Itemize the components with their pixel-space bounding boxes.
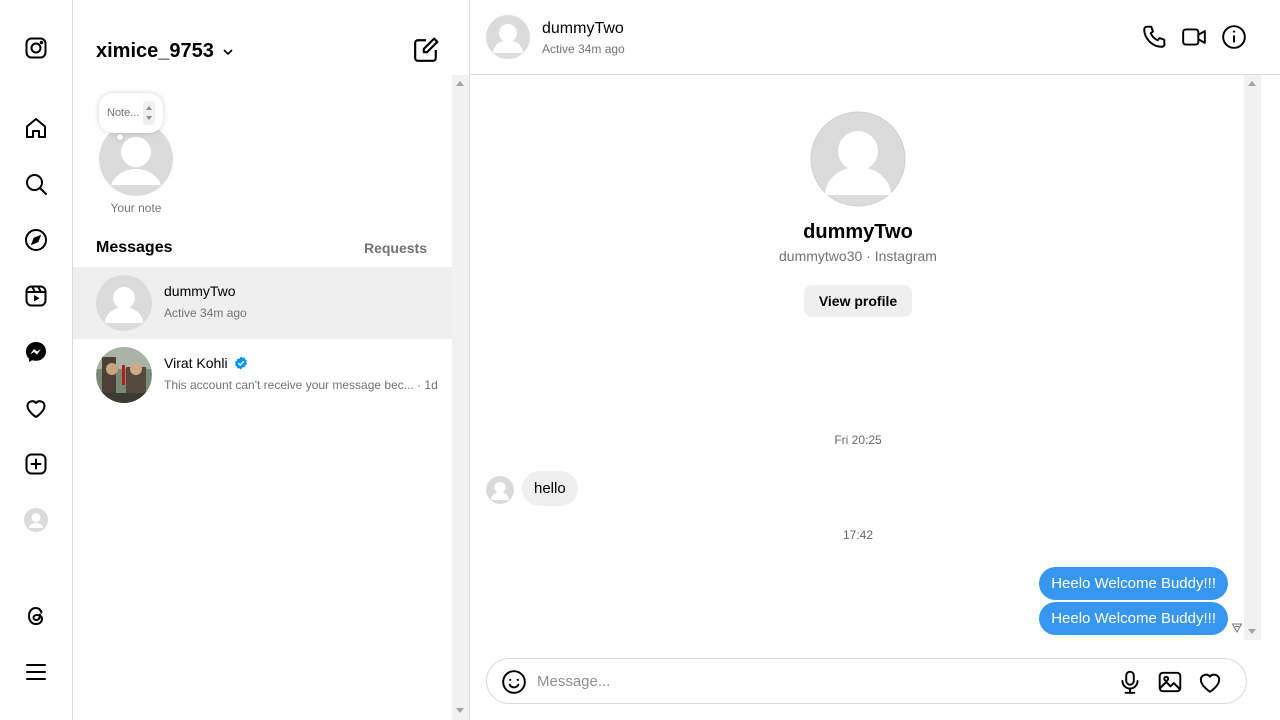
avatar (96, 275, 152, 331)
microphone-icon[interactable] (1117, 669, 1143, 695)
chat-header: dummyTwo Active 34m ago (470, 0, 1280, 75)
create-icon[interactable] (22, 450, 50, 478)
requests-link[interactable]: Requests (364, 240, 427, 256)
compose-message-icon[interactable] (413, 37, 439, 63)
your-note-label: Your note (110, 201, 162, 215)
outgoing-message-bubble[interactable]: Heelo Welcome Buddy!!! (1039, 567, 1228, 600)
emoji-icon[interactable] (501, 669, 527, 695)
message-composer (486, 658, 1247, 704)
notifications-icon[interactable] (22, 394, 50, 422)
threads-icon[interactable] (22, 602, 50, 630)
account-name: ximice_9753 (96, 40, 214, 62)
message-timestamp: 17:42 (842, 528, 874, 542)
scroll-down-arrow-icon[interactable] (1248, 629, 1256, 634)
incoming-message-bubble[interactable]: hello (522, 471, 578, 506)
note-placeholder: Note... (107, 107, 140, 119)
scroll-up-arrow-icon[interactable] (1248, 81, 1256, 86)
conversation-item-dummytwo[interactable]: dummyTwo Active 34m ago (73, 267, 452, 339)
chat-contact-status: Active 34m ago (542, 42, 625, 56)
left-nav-rail (0, 0, 73, 720)
info-icon[interactable] (1221, 24, 1247, 50)
menu-icon[interactable] (22, 658, 50, 686)
message-timestamp: Fri 20:25 (834, 433, 882, 447)
video-call-icon[interactable] (1181, 24, 1207, 50)
outgoing-message-bubble[interactable]: Heelo Welcome Buddy!!! (1039, 602, 1228, 635)
explore-icon[interactable] (22, 226, 50, 254)
list-scrollbar[interactable] (452, 75, 469, 720)
avatar (486, 476, 514, 504)
avatar (96, 347, 152, 403)
search-icon[interactable] (22, 170, 50, 198)
verified-badge-icon (234, 356, 247, 370)
profile-name: dummyTwo (803, 221, 913, 243)
note-bubble-tail (117, 134, 123, 140)
home-icon[interactable] (22, 114, 50, 142)
conversation-name: Virat Kohli (164, 355, 228, 371)
image-upload-icon[interactable] (1157, 669, 1183, 695)
conversation-list-panel: ximice_9753 Note... Your note Messages R… (73, 0, 470, 720)
avatar[interactable] (486, 15, 530, 59)
avatar (810, 111, 906, 207)
spinner-arrows-icon[interactable] (143, 101, 155, 125)
view-profile-button[interactable]: View profile (804, 285, 912, 317)
chat-contact-name[interactable]: dummyTwo (542, 20, 624, 38)
chevron-down-icon (223, 48, 233, 55)
account-switcher[interactable]: ximice_9753 (96, 40, 234, 63)
phone-icon[interactable] (1141, 24, 1167, 50)
your-note-avatar[interactable] (99, 122, 173, 196)
seen-indicator-icon (1231, 623, 1243, 634)
scroll-down-arrow-icon[interactable] (456, 708, 464, 713)
messages-heading: Messages (96, 239, 173, 256)
conversation-preview: Active 34m ago (164, 306, 247, 320)
scroll-up-arrow-icon[interactable] (456, 81, 464, 86)
chat-scrollbar[interactable] (1244, 75, 1261, 640)
heart-icon[interactable] (1197, 669, 1223, 695)
message-input[interactable] (537, 669, 1097, 693)
conversation-item-virat-kohli[interactable]: Virat Kohli This account can't receive y… (73, 339, 452, 411)
conversation-name: dummyTwo (164, 283, 236, 299)
chat-panel: dummyTwo Active 34m ago dummyTwo dummytw… (470, 0, 1280, 720)
conversation-preview: This account can't receive your message … (164, 378, 438, 392)
profile-handle: dummytwo30 · Instagram (779, 248, 937, 264)
profile-avatar[interactable] (22, 506, 50, 534)
instagram-icon[interactable] (22, 34, 50, 62)
note-input-bubble[interactable]: Note... (99, 93, 163, 133)
messenger-icon[interactable] (22, 338, 50, 366)
reels-icon[interactable] (22, 282, 50, 310)
